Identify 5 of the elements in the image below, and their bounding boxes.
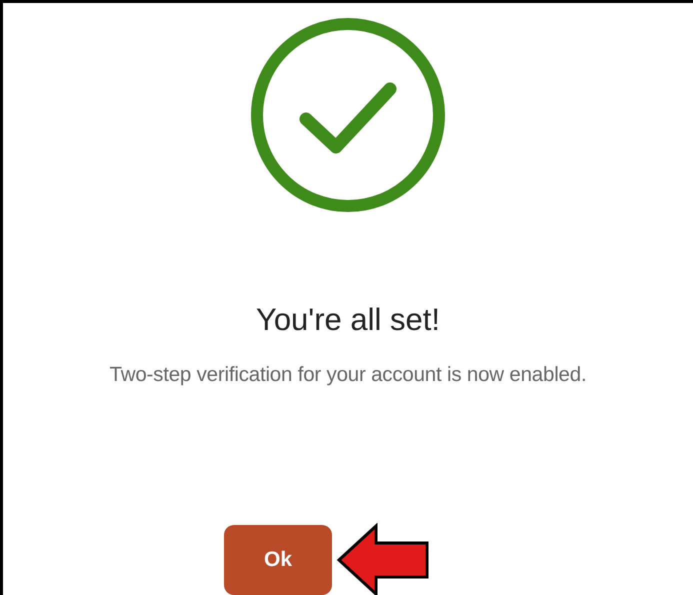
dialog-message: Two-step verification for your account is now enabled.	[110, 362, 586, 388]
ok-button[interactable]: Ok	[224, 524, 332, 595]
arrow-icon	[336, 522, 430, 595]
checkmark-icon	[250, 17, 446, 213]
dialog-title: You're all set!	[256, 301, 440, 338]
